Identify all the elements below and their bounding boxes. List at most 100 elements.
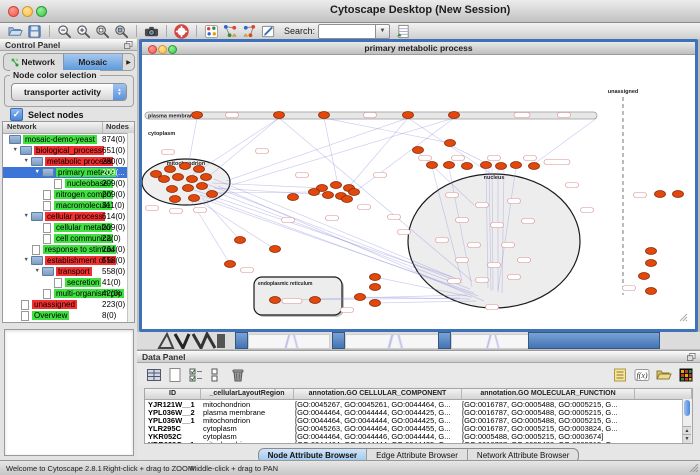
network-node[interactable] <box>462 163 473 170</box>
float-panel-icon[interactable] <box>124 41 133 49</box>
network-node[interactable] <box>427 162 438 169</box>
network-canvas[interactable]: plasma membrane cytoplasm mitochondrion … <box>142 55 689 323</box>
tree-row[interactable]: cell communica22(0) <box>3 233 134 244</box>
column-header[interactable]: ID <box>145 389 201 399</box>
unselect-attributes-icon[interactable] <box>208 366 225 383</box>
zoom-selected-icon[interactable] <box>113 24 130 39</box>
network-node[interactable] <box>370 284 381 291</box>
network-node[interactable] <box>646 248 657 255</box>
table-cell[interactable]: mitochondrion <box>200 440 292 445</box>
network-node[interactable] <box>370 300 381 307</box>
column-header[interactable]: annotation.GO MOLECULAR_FUNCTION <box>462 389 635 399</box>
tree-row[interactable]: nitrogen compo209(0) <box>3 189 134 200</box>
network-node[interactable] <box>444 162 455 169</box>
network-node[interactable] <box>309 189 320 196</box>
delete-attribute-trash-icon[interactable] <box>229 366 246 383</box>
network-node[interactable] <box>274 112 285 119</box>
network-node[interactable] <box>173 174 184 181</box>
zoom-in-icon[interactable] <box>75 24 92 39</box>
network-node[interactable] <box>192 112 203 119</box>
expand-arrow-icon[interactable]: ▼ <box>3 156 29 167</box>
tree-row[interactable]: multi-organism pro42(0) <box>3 288 134 299</box>
network-node[interactable] <box>481 162 492 169</box>
annotation-icon[interactable] <box>260 24 277 39</box>
import-attributes-icon[interactable] <box>395 24 412 39</box>
tree-row[interactable]: ▼establishment of lo558(0) <box>3 255 134 266</box>
select-nodes-checkbox[interactable]: ✓ <box>10 108 23 121</box>
background-windows-strip[interactable] <box>137 332 700 349</box>
expand-arrow-icon[interactable]: ▼ <box>3 167 40 178</box>
canvas-resize-grip[interactable] <box>680 314 687 321</box>
attribute-notes-icon[interactable] <box>611 366 628 383</box>
network-node[interactable] <box>310 297 321 304</box>
zoom-out-icon[interactable] <box>56 24 73 39</box>
zoom-fit-icon[interactable] <box>94 24 111 39</box>
table-cell[interactable]: [GO:0016787, GO:0005488, GO:0005215, G..… <box>459 440 631 445</box>
attribute-table-icon[interactable] <box>145 366 162 383</box>
table-row[interactable]: YDR039C__1mitochondrion[GO:0044464, GO:0… <box>145 440 692 444</box>
minimize-button-icon[interactable] <box>22 6 33 17</box>
network-node[interactable] <box>165 166 176 173</box>
tree-col-network[interactable]: Network <box>3 122 103 133</box>
network-node[interactable] <box>187 176 198 183</box>
search-input[interactable] <box>318 24 376 39</box>
network-node[interactable] <box>496 163 507 170</box>
expand-arrow-icon[interactable]: ▼ <box>3 145 18 156</box>
expand-arrow-icon[interactable]: ▼ <box>3 266 40 277</box>
network-node[interactable] <box>449 112 460 119</box>
birdseye-view[interactable] <box>4 329 134 456</box>
snapshot-camera-icon[interactable] <box>143 24 160 39</box>
network-node[interactable] <box>511 162 522 169</box>
vizmapper-icon[interactable] <box>203 24 220 39</box>
network-frame-titlebar[interactable]: primary metabolic process <box>142 42 695 55</box>
tree-row[interactable]: nucleobase-209(0) <box>3 178 134 189</box>
network-node[interactable] <box>197 183 208 190</box>
network-node[interactable] <box>167 186 178 193</box>
close-button-icon[interactable] <box>8 6 19 17</box>
tree-row[interactable]: cellular metabo209(0) <box>3 222 134 233</box>
network-node[interactable] <box>235 237 246 244</box>
tree-col-nodes[interactable]: Nodes <box>103 122 134 133</box>
network-node[interactable] <box>673 191 684 198</box>
tab-overflow-arrow[interactable]: ▶ <box>122 54 134 70</box>
network-node[interactable] <box>413 147 424 154</box>
select-attributes-icon[interactable] <box>187 366 204 383</box>
node-color-dropdown[interactable]: transporter activity ▲▼ <box>11 83 127 101</box>
scrollbar-thumb[interactable] <box>684 400 690 416</box>
network-node[interactable] <box>288 194 299 201</box>
network-node[interactable] <box>655 191 666 198</box>
open-session-icon[interactable] <box>7 24 24 39</box>
network-node[interactable] <box>170 196 181 203</box>
network-node[interactable] <box>445 140 456 147</box>
network-node[interactable] <box>194 166 205 173</box>
column-header[interactable]: _cellularLayoutRegion <box>201 389 294 399</box>
new-attribute-icon[interactable] <box>166 366 183 383</box>
network-node[interactable] <box>646 260 657 267</box>
tab-network[interactable]: Network <box>4 54 63 70</box>
tree-row[interactable]: secretion41(0) <box>3 277 134 288</box>
zoom-button-icon[interactable] <box>36 6 47 17</box>
network-node[interactable] <box>319 112 330 119</box>
tree-row[interactable]: macromolecule311(0) <box>3 200 134 211</box>
tree-row[interactable]: ▼metabolic process280(0) <box>3 156 134 167</box>
network-node[interactable] <box>207 191 218 198</box>
network-node[interactable] <box>225 261 236 268</box>
network-node[interactable] <box>331 182 342 189</box>
network-node[interactable] <box>183 185 194 192</box>
network-node[interactable] <box>370 274 381 281</box>
heatmap-icon[interactable] <box>677 366 694 383</box>
tree-row[interactable]: ▼primary metabo209(... <box>3 167 134 178</box>
tree-row[interactable]: unassigned223(0) <box>3 299 134 310</box>
table-cell[interactable]: YDR039C__1 <box>145 440 200 445</box>
network-node[interactable] <box>349 189 360 196</box>
tree-scrollbar[interactable] <box>127 133 134 322</box>
expand-arrow-icon[interactable]: ▼ <box>3 211 29 222</box>
expand-arrow-icon[interactable]: ▼ <box>3 255 29 266</box>
scroll-down-icon[interactable]: ▼ <box>683 434 691 443</box>
layout-horizontal-icon[interactable] <box>222 24 239 39</box>
table-cell[interactable]: [GO:0044464, GO:0044444, GO:0044425, G..… <box>292 440 459 445</box>
network-node[interactable] <box>342 196 353 203</box>
network-node[interactable] <box>180 163 191 170</box>
network-node[interactable] <box>403 112 414 119</box>
network-node[interactable] <box>355 294 366 301</box>
